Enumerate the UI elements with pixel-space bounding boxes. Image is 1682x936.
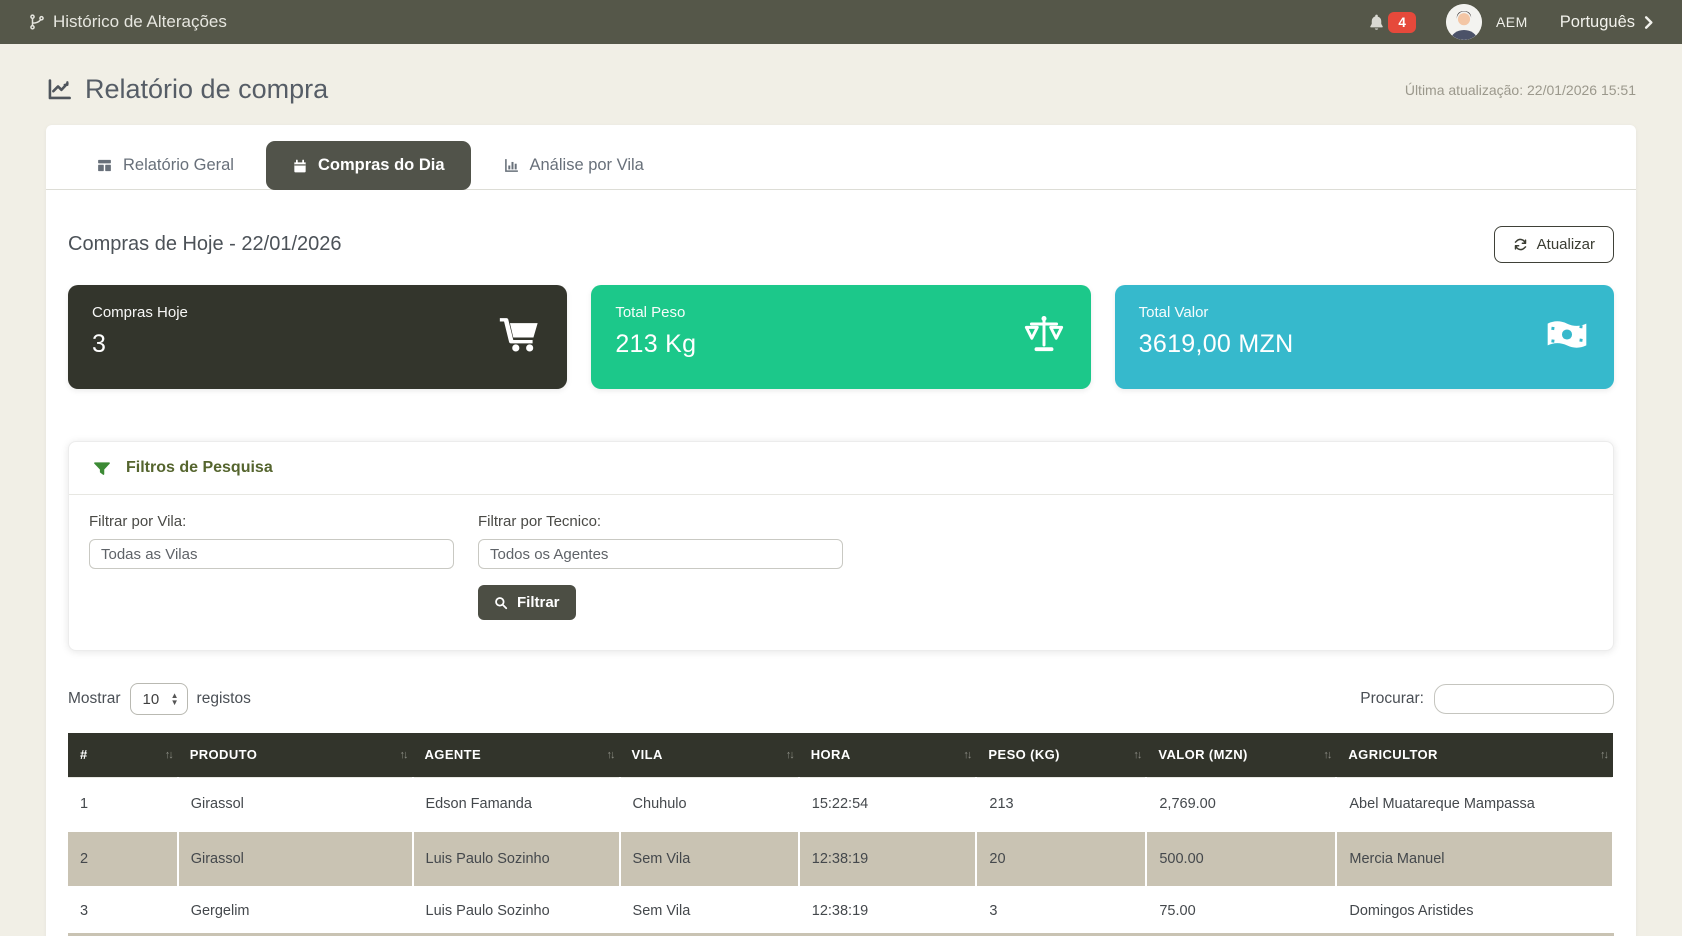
section-header: Compras de Hoje - 22/01/2026 Atualizar [46,190,1636,263]
scale-icon [1023,315,1065,360]
funnel-icon [93,459,111,477]
filter-vila-group: Filtrar por Vila: [89,513,454,620]
table-row[interactable]: 3 Gergelim Luis Paulo Sozinho Sem Vila 1… [68,887,1613,933]
main-card: Relatório Geral Compras do Dia [46,125,1636,936]
notifications-button[interactable]: 4 [1367,12,1416,33]
column-header-valor[interactable]: VALOR (MZN)↑↓ [1146,733,1336,777]
refresh-icon [1513,237,1528,252]
filter-title: Filtros de Pesquisa [126,459,273,477]
sort-icon: ↑↓ [1133,749,1140,761]
search-icon [494,596,508,610]
history-icon [28,13,46,31]
table-controls: Mostrar 10 ▲▼ registos Procurar: [46,651,1636,715]
column-header-hora[interactable]: HORA↑↓ [799,733,977,777]
tecnico-input[interactable] [478,539,843,569]
cart-icon [499,316,541,359]
language-menu[interactable]: Português [1560,13,1654,32]
top-navbar: Histórico de Alterações 4 [0,0,1682,44]
filter-header: Filtros de Pesquisa [69,442,1613,495]
page-size-control: Mostrar 10 ▲▼ registos [68,683,251,715]
stat-card-total-peso: Total Peso 213 Kg [591,285,1090,389]
language-label: Português [1560,13,1635,32]
bell-icon [1367,13,1386,32]
show-label: Mostrar [68,690,121,708]
chevron-right-icon [1643,16,1654,29]
money-icon [1546,319,1588,356]
tabs-bar: Relatório Geral Compras do Dia [46,125,1636,190]
sort-icon: ↑↓ [400,749,407,761]
bar-chart-icon [503,157,520,174]
column-header-peso[interactable]: PESO (KG)↑↓ [976,733,1146,777]
page-header: Relatório de compra Última atualização: … [0,44,1682,105]
brand-link[interactable]: Histórico de Alterações [28,12,227,32]
search-label: Procurar: [1360,690,1424,708]
sort-icon: ↑↓ [1323,749,1330,761]
filter-body: Filtrar por Vila: Filtrar por Tecnico: F… [69,495,1613,650]
table-icon [96,157,113,174]
filter-vila-label: Filtrar por Vila: [89,513,454,530]
records-label: registos [197,690,251,708]
avatar[interactable] [1446,4,1482,40]
filter-card: Filtros de Pesquisa Filtrar por Vila: Fi… [68,441,1614,651]
tab-analise-por-vila[interactable]: Análise por Vila [477,141,670,190]
last-update: Última atualização: 22/01/2026 15:51 [1405,82,1636,98]
sort-icon: ↑↓ [165,749,172,761]
calendar-icon [292,158,308,174]
filter-tecnico-label: Filtrar por Tecnico: [478,513,843,530]
table-search-input[interactable] [1434,684,1614,714]
stepper-arrows-icon: ▲▼ [171,692,179,706]
page-title: Relatório de compra [46,74,328,105]
column-header-vila[interactable]: VILA↑↓ [620,733,799,777]
stats-row: Compras Hoje 3 Total Peso 213 Kg [46,263,1636,389]
navbar-right: 4 AEM Português [1367,4,1654,40]
sort-icon: ↑↓ [786,749,793,761]
stat-card-total-valor: Total Valor 3619,00 MZN [1115,285,1614,389]
column-header-agricultor[interactable]: AGRICULTOR↑↓ [1336,733,1613,777]
column-header-index[interactable]: #↑↓ [68,733,178,777]
purchases-table: #↑↓ PRODUTO↑↓ AGENTE↑↓ VILA↑↓ HORA↑↓ PES… [68,733,1614,933]
refresh-button[interactable]: Atualizar [1494,226,1614,263]
sort-icon: ↑↓ [963,749,970,761]
vila-input[interactable] [89,539,454,569]
filtrar-button[interactable]: Filtrar [478,585,576,620]
brand-label: Histórico de Alterações [53,12,227,32]
section-title: Compras de Hoje - 22/01/2026 [68,233,342,256]
table-header-row: #↑↓ PRODUTO↑↓ AGENTE↑↓ VILA↑↓ HORA↑↓ PES… [68,733,1613,777]
page-size-select[interactable]: 10 ▲▼ [130,683,188,715]
filter-tecnico-group: Filtrar por Tecnico: Filtrar [478,513,843,620]
tab-relatorio-geral[interactable]: Relatório Geral [70,141,260,190]
column-header-agente[interactable]: AGENTE↑↓ [413,733,620,777]
column-header-produto[interactable]: PRODUTO↑↓ [178,733,413,777]
user-initials: AEM [1496,14,1528,30]
tab-compras-do-dia[interactable]: Compras do Dia [266,141,471,190]
table-row[interactable]: 2 Girassol Luis Paulo Sozinho Sem Vila 1… [68,831,1613,887]
chart-line-icon [46,76,73,103]
notification-badge: 4 [1388,12,1416,33]
sort-icon: ↑↓ [1600,749,1607,761]
table-row[interactable]: 1 Girassol Edson Famanda Chuhulo 15:22:5… [68,777,1613,831]
search-control: Procurar: [1360,684,1614,714]
sort-icon: ↑↓ [607,749,614,761]
stat-card-compras-hoje: Compras Hoje 3 [68,285,567,389]
